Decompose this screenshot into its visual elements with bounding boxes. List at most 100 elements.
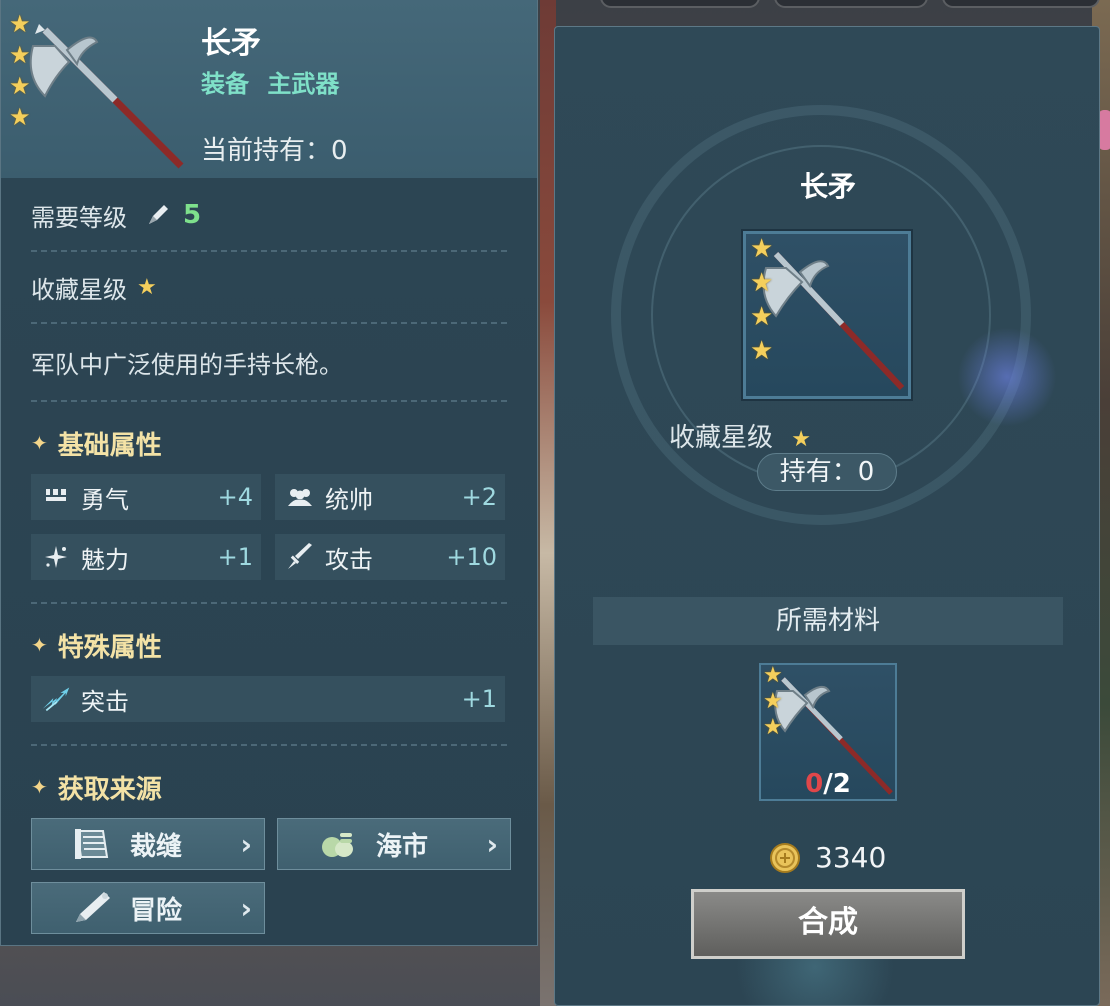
star-icon: ★ [750, 336, 774, 366]
craft-button[interactable]: 合成 [691, 889, 965, 959]
item-name: 长矛 [201, 26, 261, 61]
item-info-panel: ★ ★ ★ ★ 长矛 装备 主武器 当前持有：0 需要等级 5 收藏星级 ★ 军… [0, 0, 538, 946]
required-level-label: 需要等级 [31, 203, 127, 232]
attr-charm: 魅力 +1 [31, 534, 261, 580]
chevron-right-icon: › [486, 827, 498, 861]
hold-label: 持有： [779, 457, 858, 487]
attr-value: +4 [217, 483, 253, 511]
collect-star-label: 收藏星级 [669, 423, 774, 453]
pen-icon [149, 205, 168, 224]
charge-icon [41, 684, 71, 714]
attr-charge: 突击 +1 [31, 676, 505, 722]
current-hold: 当前持有：0 [201, 130, 348, 167]
star-icon: ★ [9, 10, 31, 38]
rarity-stars: ★ ★ ★ ★ [750, 236, 773, 364]
attr-courage: 勇气 +4 [31, 474, 261, 520]
source-tailor-button[interactable]: 裁缝 › [31, 818, 265, 870]
star-icon: ★ [763, 715, 783, 740]
source-market-button[interactable]: 海市 › [277, 818, 511, 870]
market-icon [318, 824, 358, 864]
attr-name: 攻击 [325, 545, 373, 574]
source-name: 冒险 [130, 895, 183, 926]
materials-header: 所需材料 [593, 597, 1063, 645]
star-icon: ★ [791, 427, 812, 452]
hold-value: 0 [331, 136, 348, 166]
basic-attributes-label: 基础属性 [57, 430, 162, 461]
currency-pill-3 [942, 0, 1100, 8]
rarity-stars: ★ ★ ★ ★ [9, 12, 31, 129]
source-label: 获取来源 [57, 774, 162, 805]
star-icon: ★ [9, 72, 31, 100]
spear-icon [5, 6, 185, 170]
collect-star-label: 收藏星级 [31, 275, 127, 304]
attr-attack: 攻击 +10 [275, 534, 505, 580]
sparkle-icon: ✦ [31, 431, 48, 455]
currency-bar [600, 0, 1100, 8]
attr-value: +1 [217, 543, 253, 571]
charm-icon [41, 542, 71, 572]
item-header: ★ ★ ★ ★ 长矛 装备 主武器 当前持有：0 [1, 0, 537, 178]
light-glow [957, 327, 1057, 427]
source-adventure-button[interactable]: 冒险 › [31, 882, 265, 934]
star-icon: ★ [9, 41, 31, 69]
chevron-right-icon: › [240, 891, 252, 925]
required-level-row: 需要等级 5 [31, 180, 507, 252]
rarity-stars: ★ ★ ★ [763, 665, 783, 739]
star-icon: ★ [750, 268, 774, 298]
courage-icon [41, 482, 71, 512]
material-need: /2 [823, 769, 851, 799]
currency-pill-2 [774, 0, 928, 8]
craft-item-title: 长矛 [799, 170, 856, 203]
chevron-right-icon: › [240, 827, 252, 861]
material-have: 0 [805, 769, 824, 799]
attr-value: +2 [461, 483, 497, 511]
basic-attributes-title: ✦ 基础属性 [31, 412, 507, 474]
attr-name: 统帅 [325, 485, 373, 514]
item-description: 军队中广泛使用的手持长枪。 [31, 350, 343, 379]
sparkle-icon: ✦ [31, 775, 48, 799]
star-icon: ★ [137, 274, 157, 300]
collect-star-row: 收藏星级 ★ [31, 252, 507, 324]
cost-value: 3340 [815, 841, 887, 874]
item-type-primary: 装备 [201, 70, 249, 98]
star-icon: ★ [750, 234, 774, 264]
leadership-icon [285, 482, 315, 512]
star-icon: ★ [750, 302, 774, 332]
star-icon: ★ [9, 103, 31, 131]
star-icon: ★ [763, 689, 783, 714]
sparkle-icon: ✦ [31, 633, 48, 657]
item-type: 装备 主武器 [201, 64, 339, 99]
attr-name: 魅力 [81, 545, 129, 574]
hold-value: 0 [857, 457, 875, 487]
material-slot[interactable]: ★ ★ ★ 0/2 [759, 663, 897, 801]
adventure-icon [72, 888, 112, 928]
star-icon: ★ [763, 663, 783, 688]
divider [31, 602, 507, 604]
source-title: ✦ 获取来源 [31, 756, 507, 818]
craft-panel: 长矛 ★ ★ ★ ★ 收藏星级 ★ 持有：0 所需材料 ★ ★ ★ 0/2 33… [554, 26, 1100, 1006]
craft-collect-star: 收藏星级 ★ [669, 417, 811, 454]
required-level-value: 5 [183, 200, 202, 230]
item-details: 需要等级 5 收藏星级 ★ 军队中广泛使用的手持长枪。 ✦ 基础属性 勇气 +4… [31, 180, 511, 934]
attr-name: 勇气 [81, 485, 129, 514]
source-buttons: 裁缝 › 海市 › 冒险 › [31, 818, 511, 934]
source-name: 海市 [376, 831, 429, 862]
divider [31, 744, 507, 746]
attr-name: 突击 [81, 687, 129, 716]
material-count: 0/2 [761, 769, 895, 799]
attr-value: +1 [461, 685, 497, 713]
description-row: 军队中广泛使用的手持长枪。 [31, 324, 507, 402]
basic-attributes-grid: 勇气 +4 统帅 +2 魅力 +1 攻击 +10 [31, 474, 507, 580]
special-attributes-title: ✦ 特殊属性 [31, 614, 507, 676]
currency-pill-1 [600, 0, 760, 8]
source-name: 裁缝 [130, 831, 183, 862]
hold-label: 当前持有： [201, 136, 332, 166]
tailor-icon [72, 824, 112, 864]
attr-leadership: 统帅 +2 [275, 474, 505, 520]
craft-item-frame[interactable]: ★ ★ ★ ★ [743, 231, 911, 399]
craft-hold-badge: 持有：0 [757, 453, 897, 491]
craft-cost: 3340 [769, 841, 886, 874]
attr-value: +10 [446, 543, 497, 571]
special-attributes-label: 特殊属性 [57, 632, 162, 663]
coin-icon [770, 842, 800, 873]
